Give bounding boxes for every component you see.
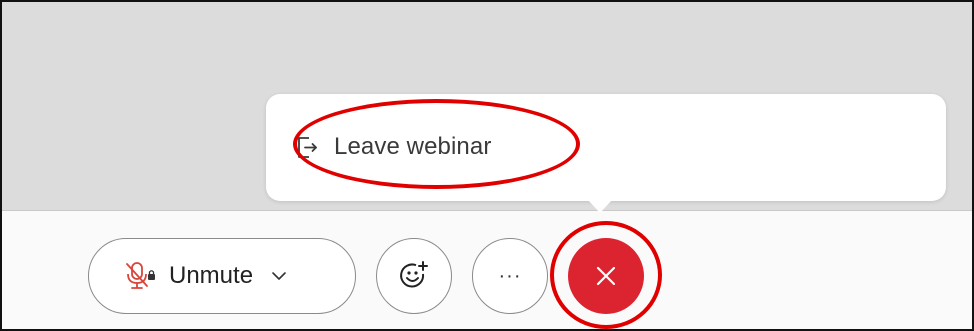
chevron-down-icon[interactable]: [271, 270, 287, 282]
end-options-popover: Leave webinar: [266, 94, 946, 213]
screenshot-frame: Leave webinar Unmute ···: [0, 0, 974, 331]
emoji-add-icon: [397, 259, 431, 293]
more-options-icon: ···: [498, 265, 522, 287]
unmute-label: Unmute: [169, 262, 254, 289]
end-button[interactable]: [568, 238, 644, 314]
more-options-button[interactable]: ···: [472, 238, 548, 314]
muted-microphone-icon: [123, 261, 157, 291]
leave-webinar-label: Leave webinar: [334, 133, 492, 160]
leave-icon: [294, 134, 320, 160]
reactions-button[interactable]: [376, 238, 452, 314]
close-icon: [593, 263, 619, 289]
leave-webinar-menu-item[interactable]: Leave webinar: [294, 124, 491, 170]
unmute-button[interactable]: Unmute: [88, 238, 356, 314]
